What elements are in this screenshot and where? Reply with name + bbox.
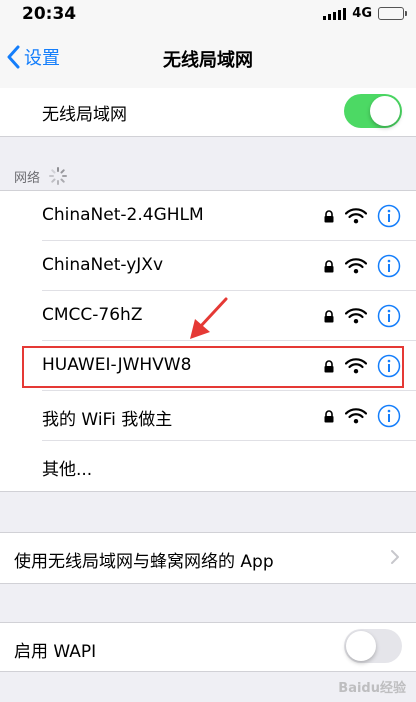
apps-using-wlan-row[interactable]: 使用无线局域网与蜂窝网络的 App [0, 532, 416, 584]
wlan-toggle[interactable] [344, 94, 402, 128]
page-title: 无线局域网 [163, 50, 253, 71]
network-row[interactable]: ChinaNet-2.4GHLM [0, 191, 416, 241]
network-name: 我的 WiFi 我做主 [42, 410, 173, 430]
apps-row-label: 使用无线局域网与蜂窝网络的 App [14, 552, 274, 572]
status-time: 20:34 [22, 4, 77, 24]
wlan-row: 无线局域网 [0, 88, 416, 137]
network-name: CMCC-76hZ [42, 305, 143, 325]
watermark: Baidu经验 [338, 681, 406, 696]
info-icon[interactable] [377, 304, 401, 328]
toggle-knob [346, 631, 376, 661]
networks-header-label: 网络 [14, 170, 41, 186]
network-name: 其他... [42, 460, 93, 480]
signal-icon [323, 7, 347, 20]
network-name: ChinaNet-2.4GHLM [42, 205, 204, 225]
network-row[interactable]: 我的 WiFi 我做主 [0, 391, 416, 441]
wapi-row: 启用 WAPI [0, 622, 416, 672]
network-type: 4G [352, 6, 372, 21]
lock-icon [324, 260, 334, 273]
network-name: ChinaNet-yJXv [42, 255, 164, 275]
wlan-label: 无线局域网 [42, 105, 127, 125]
network-row[interactable]: ChinaNet-yJXv [0, 241, 416, 291]
lock-icon [324, 410, 334, 423]
nav-bar: 设置 无线局域网 [0, 26, 416, 89]
info-icon[interactable] [377, 254, 401, 278]
info-icon[interactable] [377, 404, 401, 428]
loading-spinner-icon [49, 167, 68, 185]
status-indicators: 4G [323, 6, 407, 21]
wifi-signal-icon [345, 258, 367, 274]
chevron-right-icon [391, 550, 399, 564]
lock-icon [324, 210, 334, 223]
section-header-networks: 网络 [14, 166, 68, 186]
lock-icon [324, 310, 334, 323]
wifi-signal-icon [345, 408, 367, 424]
info-icon[interactable] [377, 204, 401, 228]
network-row-other[interactable]: 其他... [0, 441, 416, 491]
wapi-label: 启用 WAPI [14, 642, 97, 662]
highlight-box [22, 346, 404, 388]
status-bar: 20:34 4G [0, 0, 416, 26]
wapi-toggle[interactable] [344, 629, 402, 663]
toggle-knob [370, 96, 400, 126]
wifi-signal-icon [345, 308, 367, 324]
battery-icon [378, 7, 407, 20]
wifi-signal-icon [345, 208, 367, 224]
arrow-annotation-icon [190, 297, 228, 339]
